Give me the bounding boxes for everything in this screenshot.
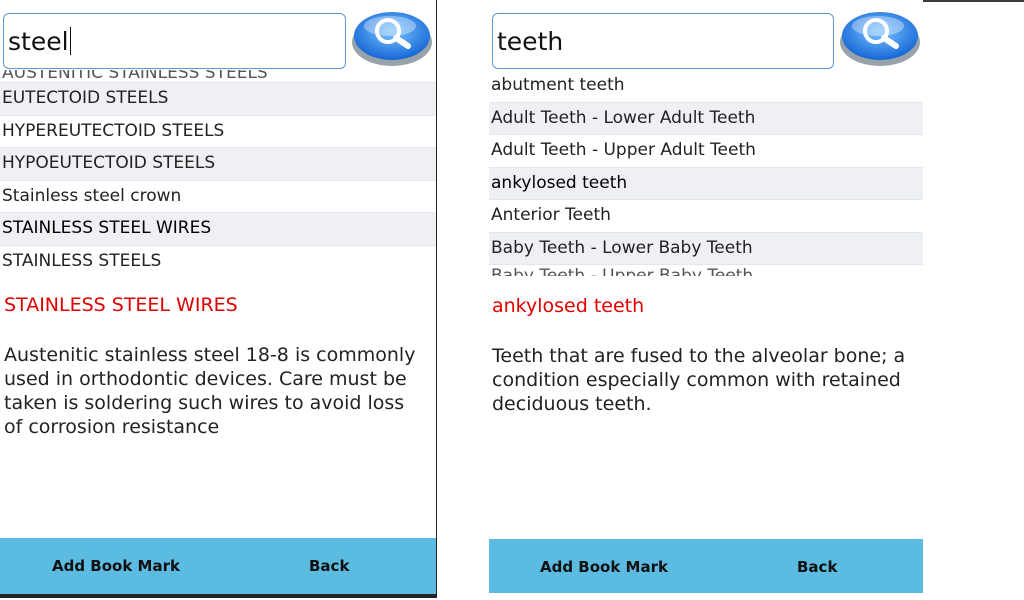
- list-item[interactable]: HYPEREUTECTOID STEELS: [0, 116, 436, 148]
- magnifier-icon: [840, 12, 920, 66]
- add-bookmark-button[interactable]: Add Book Mark: [52, 557, 180, 575]
- right-dictionary-panel: teeth abutment teeth Adult Teeth - Lower…: [489, 0, 923, 600]
- list-item-selected[interactable]: STAINLESS STEEL WIRES: [0, 213, 436, 246]
- list-item[interactable]: Anterior Teeth: [489, 200, 923, 233]
- add-bookmark-button[interactable]: Add Book Mark: [540, 558, 668, 576]
- search-input-value: teeth: [497, 26, 564, 56]
- definition-body: Austenitic stainless steel 18-8 is commo…: [4, 344, 416, 438]
- search-input[interactable]: teeth: [492, 13, 834, 69]
- result-list[interactable]: AUSTENITIC STAINLESS STEELS EUTECTOID ST…: [0, 70, 436, 276]
- result-list[interactable]: abutment teeth Adult Teeth - Lower Adult…: [489, 70, 923, 276]
- list-item-partial[interactable]: Baby Teeth - Upper Baby Teeth: [489, 265, 923, 276]
- list-item[interactable]: HYPOEUTECTOID STEELS: [0, 148, 436, 181]
- bottom-divider: [0, 594, 436, 598]
- search-input-value: steel: [8, 26, 69, 56]
- list-item[interactable]: abutment teeth: [489, 70, 923, 103]
- magnifier-icon: [352, 12, 432, 66]
- search-button[interactable]: [838, 4, 922, 68]
- list-item[interactable]: Adult Teeth - Lower Adult Teeth: [489, 102, 923, 135]
- list-item[interactable]: Adult Teeth - Upper Adult Teeth: [489, 135, 923, 168]
- left-dictionary-panel: steel AUSTENITIC STAINLESS STEELS EUTECT…: [0, 0, 437, 598]
- list-item[interactable]: EUTECTOID STEELS: [0, 83, 436, 116]
- definition-body: Teeth that are fused to the alveolar bon…: [492, 345, 906, 415]
- definition-title: ankylosed teeth: [492, 295, 645, 317]
- back-button[interactable]: Back: [797, 558, 837, 576]
- list-item[interactable]: STAINLESS STEELS: [0, 246, 436, 277]
- list-item-selected[interactable]: ankylosed teeth: [489, 167, 923, 200]
- back-button[interactable]: Back: [309, 557, 349, 575]
- search-button[interactable]: [350, 4, 434, 68]
- bottom-action-bar: Add Book Mark Back: [0, 538, 436, 594]
- list-item[interactable]: Stainless steel crown: [0, 181, 436, 213]
- list-item[interactable]: Baby Teeth - Lower Baby Teeth: [489, 232, 923, 265]
- bottom-action-bar: Add Book Mark Back: [489, 539, 923, 593]
- search-input[interactable]: steel: [3, 13, 346, 69]
- text-caret: [69, 27, 72, 55]
- definition-title: STAINLESS STEEL WIRES: [4, 294, 238, 316]
- list-item-partial[interactable]: AUSTENITIC STAINLESS STEELS: [0, 70, 436, 83]
